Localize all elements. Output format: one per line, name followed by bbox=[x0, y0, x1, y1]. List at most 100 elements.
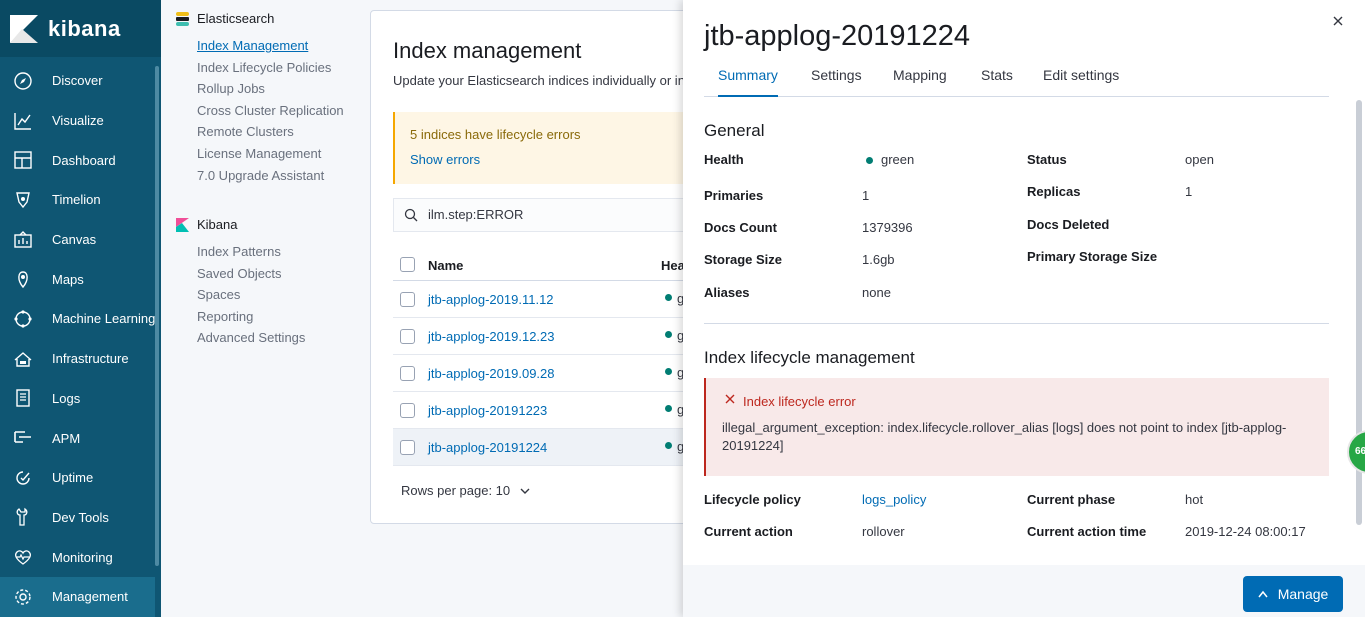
nav-item-timelion[interactable]: Timelion bbox=[0, 180, 161, 220]
sub-link-reporting[interactable]: Reporting bbox=[197, 306, 370, 328]
nav-item-apm[interactable]: APM bbox=[0, 418, 161, 458]
primary-storage-size-label: Primary Storage Size bbox=[1027, 249, 1158, 264]
health-text: green bbox=[881, 152, 915, 167]
sub-link-index-patterns[interactable]: Index Patterns bbox=[197, 241, 370, 263]
nav-item-logs[interactable]: Logs bbox=[0, 379, 161, 419]
nav-item-uptime[interactable]: Uptime bbox=[0, 458, 161, 498]
index-name-link[interactable]: jtb-applog-20191223 bbox=[428, 403, 547, 418]
sub-link-spaces[interactable]: Spaces bbox=[197, 284, 370, 306]
nav-label: Discover bbox=[52, 73, 103, 89]
maps-icon bbox=[12, 268, 34, 290]
nav-label: Uptime bbox=[52, 470, 94, 486]
row-checkbox[interactable] bbox=[400, 292, 415, 307]
health-dot bbox=[665, 442, 672, 449]
nav-scrollbar[interactable] bbox=[155, 66, 159, 566]
kibana-small-icon bbox=[176, 217, 189, 232]
nav-label: APM bbox=[52, 430, 81, 446]
nav-item-dashboard[interactable]: Dashboard bbox=[0, 140, 161, 180]
logs-icon bbox=[12, 387, 34, 409]
brand-name: kibana bbox=[48, 15, 121, 41]
tab-settings[interactable]: Settings bbox=[811, 67, 862, 97]
canvas-icon bbox=[12, 229, 34, 251]
row-checkbox[interactable] bbox=[400, 329, 415, 344]
row-checkbox[interactable] bbox=[400, 403, 415, 418]
nav-label: Visualize bbox=[52, 113, 104, 129]
sub-link-index-lifecycle-policies[interactable]: Index Lifecycle Policies bbox=[197, 57, 370, 79]
timelion-icon bbox=[12, 189, 34, 211]
nav-item-visualize[interactable]: Visualize bbox=[0, 101, 161, 141]
page-title: Index management bbox=[393, 38, 582, 63]
elasticsearch-icon bbox=[176, 11, 189, 26]
docs-deleted-label: Docs Deleted bbox=[1027, 217, 1110, 232]
tab-summary[interactable]: Summary bbox=[718, 67, 778, 97]
index-name-link[interactable]: jtb-applog-2019.12.23 bbox=[428, 329, 555, 344]
heartbeat-icon bbox=[12, 546, 34, 568]
close-icon[interactable] bbox=[1331, 14, 1345, 28]
sub-link-cross-cluster-replication[interactable]: Cross Cluster Replication bbox=[197, 100, 370, 122]
chevron-up-icon bbox=[1258, 590, 1268, 598]
index-name-link[interactable]: jtb-applog-20191224 bbox=[428, 440, 547, 455]
apm-icon bbox=[12, 427, 34, 449]
flyout-tabs: Summary Settings Mapping Stats Edit sett… bbox=[704, 62, 1329, 97]
lifecycle-policy-label: Lifecycle policy bbox=[704, 492, 801, 507]
kibana-logo-icon bbox=[10, 14, 38, 43]
column-header-name[interactable]: Name bbox=[428, 258, 463, 273]
row-checkbox[interactable] bbox=[400, 366, 415, 381]
tab-stats[interactable]: Stats bbox=[981, 67, 1013, 97]
sub-link-upgrade-assistant[interactable]: 7.0 Upgrade Assistant bbox=[197, 165, 370, 187]
sub-link-saved-objects[interactable]: Saved Objects bbox=[197, 263, 370, 285]
docs-count-label: Docs Count bbox=[704, 220, 777, 235]
lifecycle-policy-link[interactable]: logs_policy bbox=[862, 492, 926, 507]
dashboard-icon bbox=[12, 149, 34, 171]
wrench-icon bbox=[12, 506, 34, 528]
select-all-checkbox[interactable] bbox=[400, 257, 415, 272]
nav-label: Canvas bbox=[52, 232, 97, 248]
row-checkbox[interactable] bbox=[400, 440, 415, 455]
nav-label: Monitoring bbox=[52, 549, 113, 565]
manage-label: Manage bbox=[1277, 586, 1329, 602]
tab-mapping[interactable]: Mapping bbox=[893, 67, 947, 97]
sub-link-rollup-jobs[interactable]: Rollup Jobs bbox=[197, 78, 370, 100]
kibana-logo[interactable]: kibana bbox=[0, 0, 161, 57]
sub-link-index-management[interactable]: Index Management bbox=[197, 35, 370, 57]
show-errors-link[interactable]: Show errors bbox=[410, 152, 480, 167]
elasticsearch-section-title: Elasticsearch bbox=[176, 11, 274, 26]
nav-item-discover[interactable]: Discover bbox=[0, 61, 161, 101]
nav-label: Machine Learning bbox=[52, 311, 156, 327]
storage-size-value: 1.6gb bbox=[862, 252, 895, 267]
manage-button[interactable]: Manage bbox=[1243, 576, 1343, 612]
nav-item-machine-learning[interactable]: Machine Learning bbox=[0, 299, 161, 339]
rows-per-page-selector[interactable]: Rows per page: 10 bbox=[401, 483, 530, 498]
replicas-value: 1 bbox=[1185, 184, 1193, 199]
sub-link-license-management[interactable]: License Management bbox=[197, 143, 370, 165]
status-label: Status bbox=[1027, 152, 1067, 167]
nav-label: Dashboard bbox=[52, 152, 116, 168]
nav-label: Timelion bbox=[52, 192, 101, 208]
nav-item-maps[interactable]: Maps bbox=[0, 259, 161, 299]
index-name-link[interactable]: jtb-applog-2019.09.28 bbox=[428, 366, 555, 381]
current-phase-label: Current phase bbox=[1027, 492, 1116, 507]
nav-item-canvas[interactable]: Canvas bbox=[0, 220, 161, 260]
health-dot bbox=[665, 368, 672, 375]
current-action-time-label: Current action time bbox=[1027, 524, 1147, 539]
health-dot bbox=[665, 331, 672, 338]
section-divider bbox=[704, 323, 1329, 324]
rows-per-page-label: Rows per page: 10 bbox=[401, 483, 511, 498]
storage-size-label: Storage Size bbox=[704, 252, 783, 267]
error-message: illegal_argument_exception: index.lifecy… bbox=[722, 420, 1287, 453]
management-subnav: Elasticsearch Index Management Index Lif… bbox=[161, 0, 370, 617]
nav-label: Management bbox=[52, 589, 128, 605]
current-action-value: rollover bbox=[862, 524, 905, 539]
gear-icon bbox=[12, 586, 34, 608]
nav-item-monitoring[interactable]: Monitoring bbox=[0, 537, 161, 577]
current-action-label: Current action bbox=[704, 524, 793, 539]
ilm-heading: Index lifecycle management bbox=[704, 348, 915, 367]
index-name-link[interactable]: jtb-applog-2019.11.12 bbox=[428, 292, 554, 307]
tab-edit-settings[interactable]: Edit settings bbox=[1043, 67, 1119, 97]
nav-item-management[interactable]: Management bbox=[0, 576, 155, 617]
nav-item-dev-tools[interactable]: Dev Tools bbox=[0, 498, 161, 538]
primaries-value: 1 bbox=[862, 188, 870, 203]
sub-link-advanced-settings[interactable]: Advanced Settings bbox=[197, 327, 370, 349]
sub-link-remote-clusters[interactable]: Remote Clusters bbox=[197, 121, 370, 143]
nav-item-infrastructure[interactable]: Infrastructure bbox=[0, 339, 161, 379]
